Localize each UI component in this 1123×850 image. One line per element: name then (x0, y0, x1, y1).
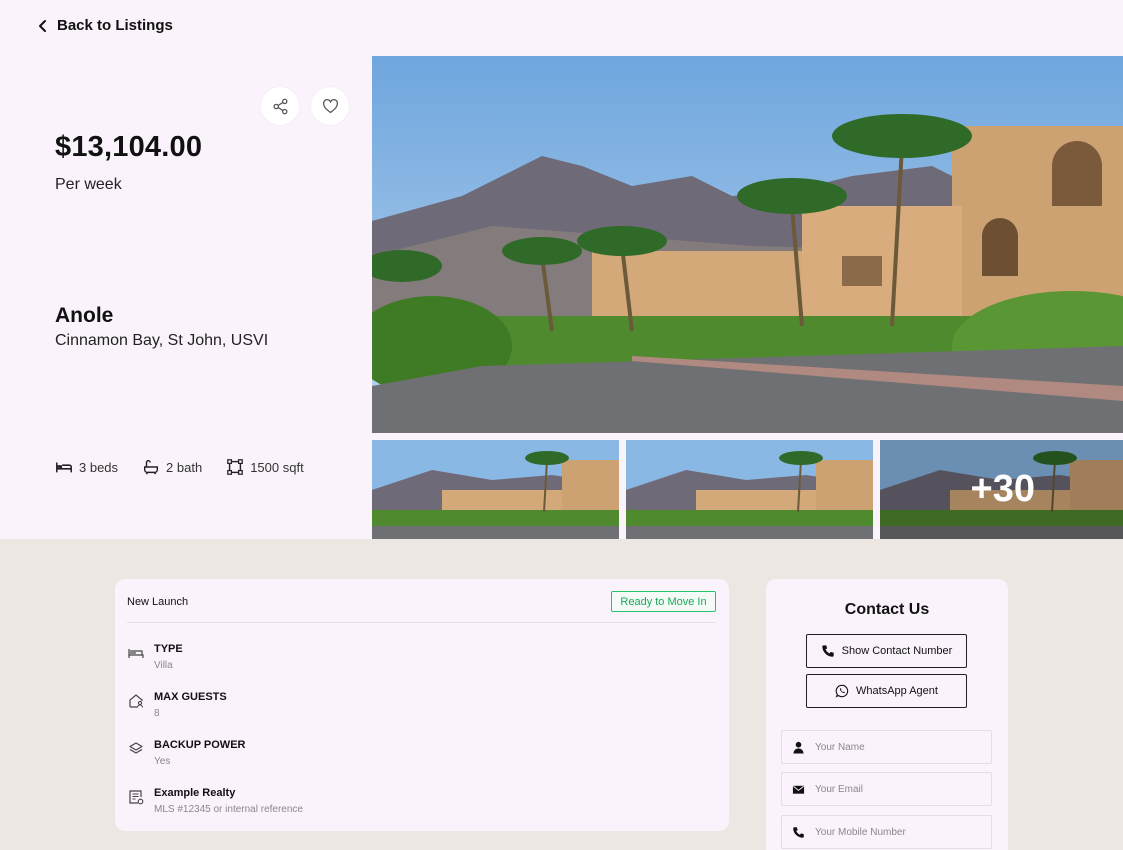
contact-title: Contact Us (844, 601, 930, 618)
more-photos-thumbnail[interactable]: +30 (880, 440, 1123, 539)
phone-icon (793, 827, 804, 838)
share-button[interactable] (261, 87, 299, 125)
whatsapp-icon (835, 684, 849, 698)
name-field (781, 730, 992, 764)
layers-icon (129, 742, 143, 754)
launch-label: New Launch (127, 596, 189, 608)
price-period: Per week (55, 176, 122, 193)
phone-field (781, 815, 992, 849)
main-property-photo[interactable] (372, 56, 1123, 433)
amenity-beds: 3 beds (55, 458, 118, 476)
listing-hero: Back to Listings $13,104.00 Per week Ano… (0, 0, 1123, 539)
share-icon (272, 98, 288, 114)
listing-price: $13,104.00 (55, 131, 203, 163)
more-photos-overlay: +30 (880, 440, 1123, 539)
mobile-number-input[interactable] (815, 826, 985, 838)
bed-icon (56, 462, 72, 473)
back-label: Back to Listings (57, 17, 173, 34)
listing-location: Cinnamon Bay, St John, USVI (55, 332, 269, 349)
villa-thumbnail-photo (626, 440, 873, 539)
contact-card: Contact Us Show Contact Number WhatsApp … (766, 579, 1008, 850)
favorite-button[interactable] (311, 87, 349, 125)
bathtub-icon (144, 460, 159, 475)
villa-photo (372, 56, 1123, 433)
email-field (781, 772, 992, 806)
more-photos-count: +30 (970, 468, 1035, 510)
amenity-bath: 2 bath (142, 458, 202, 476)
home-user-icon (129, 694, 144, 708)
amenity-area: 1500 sqft (226, 458, 304, 476)
photo-thumbnail[interactable] (372, 440, 619, 539)
email-input[interactable] (815, 783, 985, 795)
amenities-list: 3 beds 2 bath 1500 sqft (55, 458, 304, 476)
listing-name: Anole (55, 304, 114, 327)
heart-icon (322, 98, 338, 113)
show-contact-number-button[interactable]: Show Contact Number (806, 634, 967, 668)
chevron-left-icon (39, 19, 46, 32)
back-to-listings-link[interactable]: Back to Listings (38, 17, 173, 34)
status-badge: Ready to Move In (611, 591, 716, 612)
area-icon (227, 459, 244, 475)
details-header: New Launch Ready to Move In (127, 591, 716, 623)
phone-icon (821, 645, 834, 657)
name-input[interactable] (815, 741, 985, 753)
property-details-card: New Launch Ready to Move In TYPE Villa M… (115, 579, 729, 831)
villa-thumbnail-photo (372, 440, 619, 539)
whatsapp-agent-button[interactable]: WhatsApp Agent (806, 674, 967, 708)
envelope-icon (792, 785, 805, 794)
photo-thumbnail[interactable] (626, 440, 873, 539)
document-icon (129, 790, 144, 805)
user-icon (793, 741, 804, 754)
bed-icon (128, 649, 144, 658)
